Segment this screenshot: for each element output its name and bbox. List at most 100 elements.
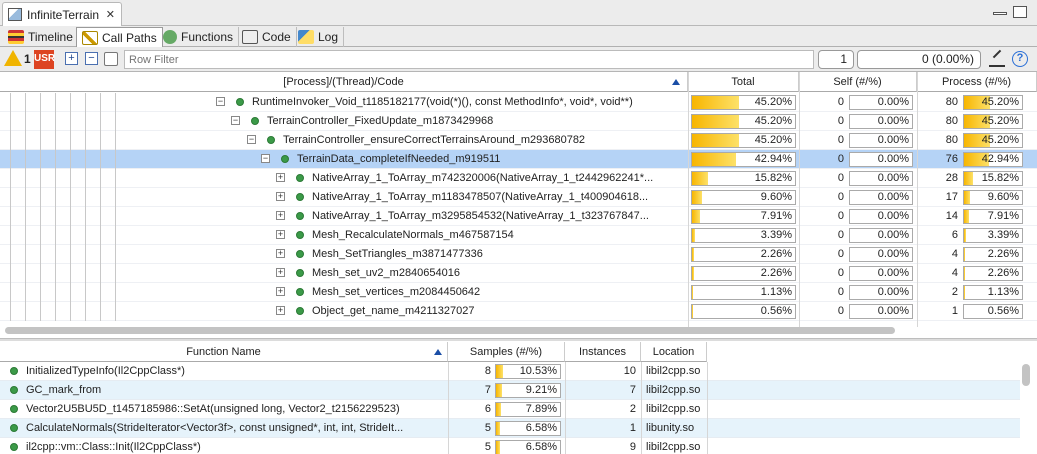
tree-row[interactable]: + NativeArray_1_ToArray_m742320006(Native… (0, 169, 1037, 188)
tree-row[interactable]: − TerrainController_FixedUpdate_m18734299… (0, 112, 1037, 131)
tree-row[interactable]: + Object_get_name_m4211327027 0.56% 0 0.00% 1… (0, 302, 1037, 321)
self-bar: 0.00% (849, 133, 913, 148)
samples-bar: 6.58% (495, 440, 561, 454)
column-header-function-name[interactable]: Function Name (0, 342, 448, 362)
column-separator (641, 362, 642, 381)
tab-functions[interactable]: Functions (158, 27, 240, 47)
column-header-total[interactable]: Total (688, 72, 799, 92)
function-status-icon (10, 443, 18, 451)
sample-count: 7 (484, 384, 491, 396)
tab-timeline[interactable]: Timeline (3, 27, 79, 47)
tree-guide (115, 207, 116, 226)
function-row[interactable]: CalculateNormals(StrideIterator<Vector3f… (0, 419, 1020, 438)
editor-tab-infiniteterrain[interactable]: InfiniteTerrain ✕ (2, 2, 122, 26)
tree-guide (10, 188, 11, 207)
tree-guide (10, 169, 11, 188)
samples-bar-fill (496, 384, 502, 397)
warning-icon[interactable] (4, 50, 22, 68)
function-row[interactable]: GC_mark_from 7 9.21% 7 libil2cpp.so (0, 381, 1020, 400)
column-header-self[interactable]: Self (#/%) (799, 72, 917, 92)
expand-icon[interactable]: + (276, 230, 285, 239)
expand-icon[interactable]: + (276, 287, 285, 296)
collapse-all-button[interactable]: − (85, 52, 98, 65)
expand-icon[interactable]: + (276, 268, 285, 277)
call-path-name: Object_get_name_m4211327027 (312, 305, 475, 317)
search-count-field[interactable]: 1 (818, 50, 854, 69)
samples-bar-fill (496, 422, 501, 435)
process-bar: 42.94% (963, 152, 1023, 167)
process-bar: 1.13% (963, 285, 1023, 300)
tab-call-paths[interactable]: Call Paths (76, 27, 163, 47)
function-row[interactable]: il2cpp::vm::Class::Init(Il2CppClass*) 5 6.… (0, 438, 1020, 454)
self-count: 0 (837, 172, 844, 184)
column-header-samples[interactable]: Samples (#/%) (448, 342, 565, 362)
tree-guide (25, 283, 26, 302)
function-status-icon (296, 231, 304, 239)
usr-filter-button[interactable]: USR (34, 50, 55, 69)
process-percent: 0.56% (987, 305, 1019, 317)
maximize-icon[interactable] (1013, 6, 1027, 18)
tree-guide (115, 93, 116, 112)
column-header-process[interactable]: Process (#/%) (917, 72, 1037, 92)
tab-log[interactable]: Log (293, 27, 345, 47)
call-path-name: Mesh_set_uv2_m2840654016 (312, 267, 461, 279)
tree-row[interactable]: + NativeArray_1_ToArray_m3295854532(Nativ… (0, 207, 1037, 226)
tree-guide (70, 112, 71, 131)
collapse-icon[interactable]: − (247, 135, 256, 144)
self-count: 0 (837, 248, 844, 260)
tree-guide (85, 112, 86, 131)
tree-guide (70, 245, 71, 264)
sample-count: 6 (484, 403, 491, 415)
process-bar: 45.20% (963, 114, 1023, 129)
process-percent: 45.20% (981, 134, 1019, 146)
vertical-scrollbar[interactable] (1022, 364, 1030, 386)
tree-guide (100, 169, 101, 188)
collapse-icon[interactable]: − (261, 154, 270, 163)
total-bar-fill (692, 267, 695, 280)
self-percent: 0.00% (877, 267, 909, 279)
expand-icon[interactable]: + (276, 192, 285, 201)
help-icon[interactable]: ? (1012, 51, 1028, 67)
minimize-icon[interactable] (993, 12, 1007, 15)
expand-icon[interactable]: + (276, 173, 285, 182)
export-icon[interactable] (989, 51, 1005, 67)
sort-descending-icon (434, 349, 442, 355)
tree-row[interactable]: + Mesh_set_vertices_m2084450642 1.13% 0 0.00… (0, 283, 1037, 302)
tree-row[interactable]: + Mesh_RecalculateNormals_m467587154 3.39%… (0, 226, 1037, 245)
pane-divider[interactable] (0, 338, 1037, 341)
tree-row[interactable]: + Mesh_set_uv2_m2840654016 2.26% 0 0.00% 4 2.2… (0, 264, 1037, 283)
column-header-instances[interactable]: Instances (565, 342, 641, 362)
expand-icon[interactable]: + (276, 306, 285, 315)
expand-all-button[interactable]: + (65, 52, 78, 65)
expand-icon[interactable]: + (276, 249, 285, 258)
column-header-location[interactable]: Location (641, 342, 707, 362)
function-status-icon (281, 155, 289, 163)
horizontal-scrollbar[interactable] (5, 327, 895, 334)
close-icon[interactable]: ✕ (106, 8, 115, 21)
function-row[interactable]: Vector2U5BU5D_t1457185986::SetAt(unsigne… (0, 400, 1020, 419)
sample-percent: 6.58% (525, 422, 557, 434)
tab-code[interactable]: Code (237, 27, 297, 47)
function-row[interactable]: InitializedTypeInfo(Il2CppClass*) 8 10.53%… (0, 362, 1020, 381)
process-bar-fill (964, 210, 969, 223)
functions-table: Function Name Samples (#/%) Instances Lo… (0, 342, 1037, 454)
tree-row[interactable]: − TerrainData_completeIfNeeded_m919511 42.… (0, 150, 1037, 169)
process-percent: 45.20% (981, 96, 1019, 108)
total-bar: 45.20% (691, 114, 796, 129)
functions-icon (163, 30, 177, 44)
tree-row[interactable]: + Mesh_SetTriangles_m3871477336 2.26% 0 0.00… (0, 245, 1037, 264)
call-path-name: Mesh_set_vertices_m2084450642 (312, 286, 481, 298)
tree-row[interactable]: − TerrainController_ensureCorrectTerrains… (0, 131, 1037, 150)
tree-guide (100, 226, 101, 245)
expand-icon[interactable]: + (276, 211, 285, 220)
column-header-code[interactable]: [Process]/(Thread)/Code (0, 72, 688, 92)
tree-row[interactable]: − RuntimeInvoker_Void_t1185182177(void(*)… (0, 93, 1037, 112)
collapse-icon[interactable]: − (231, 116, 240, 125)
tree-guide (55, 264, 56, 283)
tree-row[interactable]: + NativeArray_1_ToArray_m1183478507(Nativ… (0, 188, 1037, 207)
total-value: 45.20% (754, 115, 792, 127)
tree-guide (40, 245, 41, 264)
location-value: libil2cpp.so (646, 403, 701, 415)
collapse-icon[interactable]: − (216, 97, 225, 106)
row-filter-input[interactable] (124, 50, 814, 69)
